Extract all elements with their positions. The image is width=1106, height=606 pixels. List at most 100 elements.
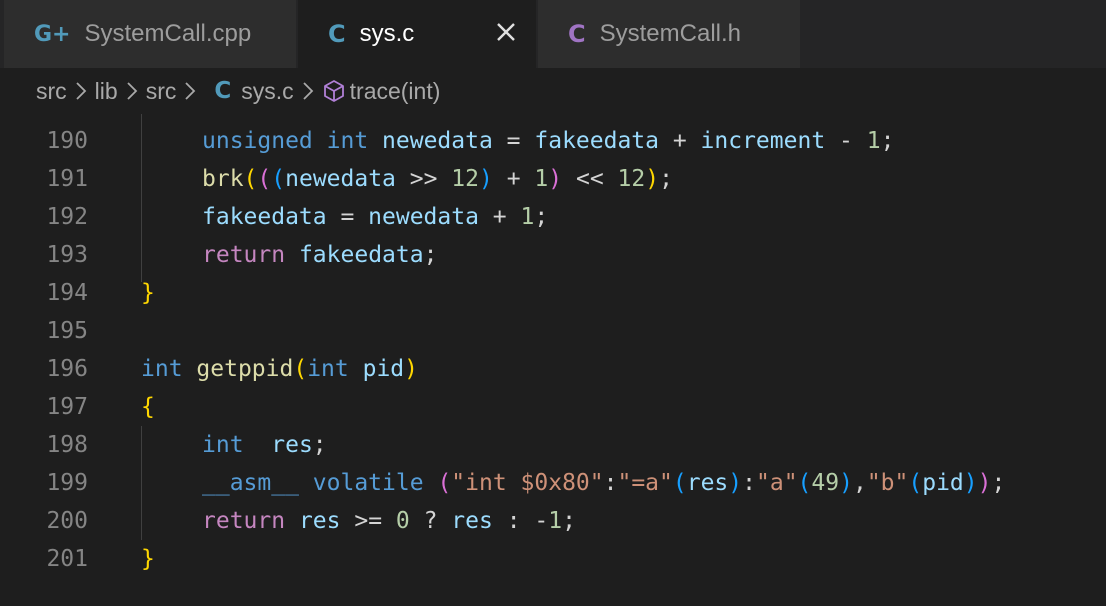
code-token: __asm__ <box>202 470 299 496</box>
code-token: res <box>271 432 313 458</box>
code-editor[interactable]: 190 unsigned int newedata = fakeedata + i… <box>0 114 1106 606</box>
code-token: 49 <box>811 470 840 496</box>
code-token: ( <box>271 166 286 192</box>
code-token: res <box>298 508 341 534</box>
code-token: res <box>451 508 493 534</box>
breadcrumb-item-symbol[interactable]: trace(int) <box>350 78 441 105</box>
line-number: 199 <box>46 470 88 496</box>
breadcrumb-item-lib[interactable]: lib <box>95 78 118 105</box>
breadcrumb-item-file[interactable]: sys.c <box>241 78 293 105</box>
code-token: >= <box>340 508 396 534</box>
code-token: - <box>825 128 867 154</box>
tab-label: SystemCall.cpp <box>84 20 252 47</box>
close-icon[interactable] <box>494 20 518 44</box>
code-line[interactable]: 197 { <box>0 388 1106 426</box>
code-line[interactable]: 190 unsigned int newedata = fakeedata + i… <box>0 122 1106 160</box>
tab-label: SystemCall.h <box>599 20 741 47</box>
code-line[interactable]: 191 brk(((newedata >> 12) + 1) << 12); <box>0 160 1106 198</box>
symbol-method-icon <box>323 80 344 102</box>
code-token: - <box>534 508 549 534</box>
code-token: res <box>686 470 729 496</box>
code-line[interactable]: 196 int getppid(int pid) <box>0 350 1106 388</box>
code-token: ) <box>977 470 992 496</box>
code-token: ) <box>963 470 978 496</box>
code-token: "int $0x80" <box>451 470 604 496</box>
code-token: fakeedata <box>534 128 659 154</box>
breadcrumb-item-src-2[interactable]: src <box>146 78 177 105</box>
code-text: return res >= 0 ? res : -1; <box>202 502 576 540</box>
code-token: : <box>603 470 618 496</box>
line-number: 197 <box>46 394 88 420</box>
code-token: << <box>562 166 618 192</box>
code-token: int <box>307 356 349 382</box>
code-token: 0 <box>395 508 410 534</box>
code-token: ) <box>479 166 493 192</box>
breadcrumb-item-src[interactable]: src <box>36 78 67 105</box>
code-line[interactable]: 192 fakeedata = newedata + 1; <box>0 198 1106 236</box>
code-token: "b" <box>866 470 909 496</box>
code-token: ; <box>562 508 576 534</box>
code-line[interactable]: 193 return fakeedata; <box>0 236 1106 274</box>
code-token: increment <box>700 128 826 154</box>
line-number: 192 <box>46 204 88 230</box>
tab-sys-c[interactable]: C sys.c <box>298 0 536 68</box>
breadcrumb: src lib src C sys.c trace(int) <box>0 68 1106 114</box>
code-token: return <box>202 508 286 534</box>
code-token: 12 <box>617 166 646 192</box>
code-token: + <box>478 204 521 230</box>
code-token: ( <box>293 356 308 382</box>
code-token: } <box>141 546 155 572</box>
code-token: pid <box>922 470 964 496</box>
code-token: ( <box>243 166 258 192</box>
code-token: : <box>742 470 756 496</box>
code-line[interactable]: 200 return res >= 0 ? res : -1; <box>0 502 1106 540</box>
code-token: ; <box>534 204 549 230</box>
tab-systemcall-cpp[interactable]: G+ SystemCall.cpp <box>4 0 296 68</box>
code-token: + <box>492 166 535 192</box>
code-token: >> <box>395 166 452 192</box>
code-token: brk <box>202 166 244 192</box>
line-number: 191 <box>46 166 88 192</box>
code-token: newedata <box>382 128 493 154</box>
line-number: 200 <box>46 508 88 534</box>
code-token: 1 <box>520 204 535 230</box>
code-line[interactable]: 199 __asm__ volatile ("int $0x80":"=a"(re… <box>0 464 1106 502</box>
code-token: ( <box>908 470 923 496</box>
code-token: pid <box>362 356 405 382</box>
code-line[interactable]: 198 int res; <box>0 426 1106 464</box>
code-token: "a" <box>756 470 798 496</box>
code-token: ( <box>797 470 812 496</box>
code-token: ( <box>672 470 687 496</box>
code-line[interactable]: 194} <box>0 274 1106 312</box>
tab-systemcall-h[interactable]: C SystemCall.h <box>538 0 800 68</box>
code-token: ; <box>880 128 895 154</box>
cpp-file-icon: G+ <box>34 21 71 47</box>
chevron-right-icon <box>76 82 86 100</box>
code-token: fakeedata <box>298 242 424 268</box>
code-token: ) <box>548 166 563 192</box>
editor-tab-bar: G+ SystemCall.cpp C sys.c C SystemCall.h <box>0 0 1106 68</box>
code-token: { <box>141 394 155 420</box>
code-token: ; <box>312 432 327 458</box>
tab-label: sys.c <box>359 20 415 47</box>
code-token: fakeedata <box>202 204 327 230</box>
code-token: : <box>492 508 535 534</box>
line-number: 195 <box>46 318 88 344</box>
code-token: 1 <box>866 128 881 154</box>
code-text: __asm__ volatile ("int $0x80":"=a"(res):… <box>202 464 1005 502</box>
code-token: volatile <box>312 470 424 496</box>
code-token: = <box>326 204 369 230</box>
code-token: ; <box>991 470 1006 496</box>
chevron-right-icon <box>303 82 313 100</box>
code-text: return fakeedata; <box>202 236 437 274</box>
code-line[interactable]: 195 <box>0 312 1106 350</box>
code-text: } <box>141 274 155 312</box>
code-text: int res; <box>202 426 327 464</box>
code-line[interactable]: 201} <box>0 540 1106 578</box>
code-token: ( <box>437 470 452 496</box>
code-token: newedata <box>285 166 396 192</box>
